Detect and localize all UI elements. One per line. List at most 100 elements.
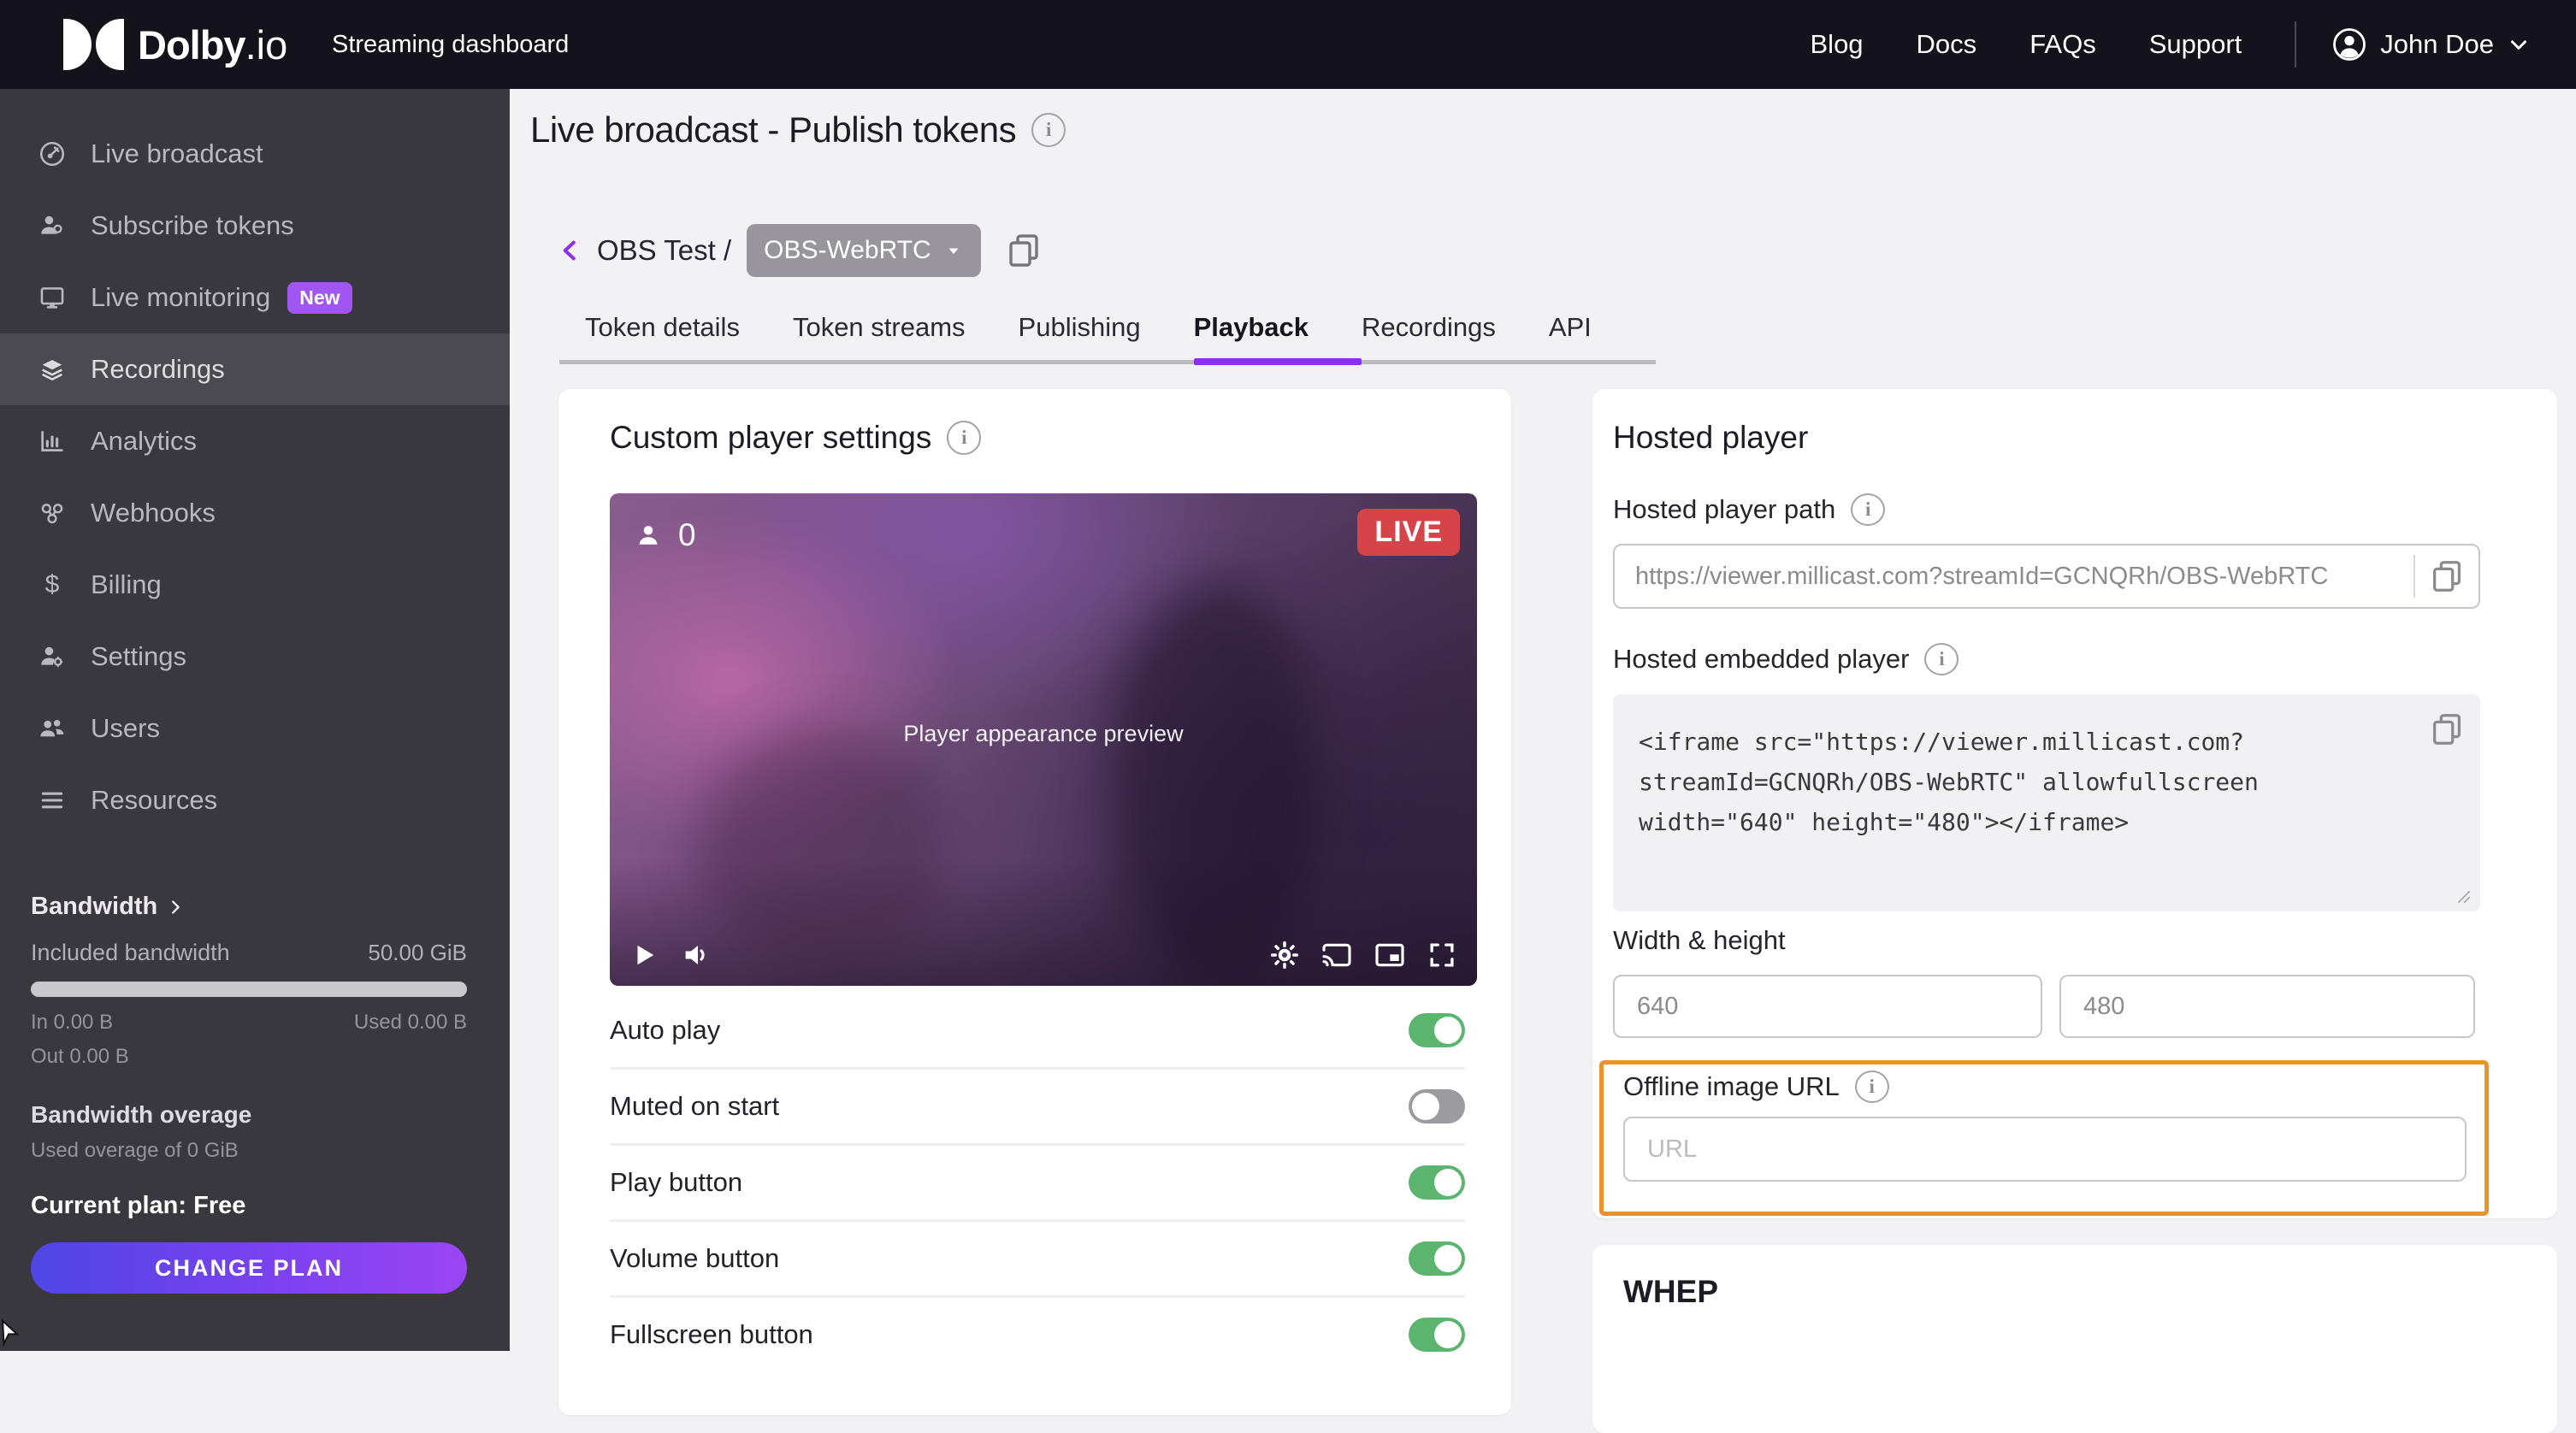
top-bar: Dolby.io Streaming dashboard Blog Docs F…	[0, 0, 2576, 89]
sidebar-item-resources[interactable]: Resources	[0, 764, 510, 836]
person-gear-icon	[38, 642, 67, 671]
nav-divider	[2295, 21, 2296, 68]
fullscreen-button-toggle[interactable]	[1409, 1318, 1465, 1352]
sidebar-nav: Live broadcast Subscribe tokens Live	[0, 118, 510, 836]
copy-token-icon[interactable]	[1003, 230, 1044, 271]
page-title: Live broadcast - Publish tokens	[530, 109, 1016, 150]
tab-api[interactable]: API	[1549, 312, 1592, 343]
volume-button-toggle[interactable]	[1409, 1241, 1465, 1276]
viewer-count-value: 0	[678, 517, 696, 553]
top-nav: Blog Docs FAQs Support John Doe	[1811, 0, 2576, 89]
resize-handle-icon[interactable]	[2456, 889, 2472, 905]
bandwidth-title[interactable]: Bandwidth	[31, 893, 467, 921]
gear-icon[interactable]	[1268, 939, 1301, 971]
bandwidth-overage-detail: Used overage of 0 GiB	[31, 1139, 467, 1163]
player-settings-info-icon[interactable]: i	[947, 421, 981, 455]
volume-icon[interactable]	[680, 938, 714, 972]
nav-docs-link[interactable]: Docs	[1917, 29, 1977, 60]
token-select-dropdown[interactable]: OBS-WebRTC	[747, 224, 981, 277]
hosted-player-path-label: Hosted player path	[1613, 494, 1835, 525]
cast-icon[interactable]	[1320, 938, 1354, 972]
chevron-right-icon	[166, 898, 185, 917]
breadcrumb-parent[interactable]: OBS Test /	[597, 234, 731, 267]
nav-faqs-link[interactable]: FAQs	[2029, 29, 2096, 60]
offline-image-url-input[interactable]	[1623, 1117, 2467, 1182]
user-name: John Doe	[2380, 29, 2494, 60]
sidebar-item-subscribe-tokens[interactable]: Subscribe tokens	[0, 190, 510, 262]
copy-embed-icon[interactable]	[2427, 710, 2467, 749]
tab-playback[interactable]: Playback	[1194, 312, 1309, 343]
width-input[interactable]	[1613, 975, 2042, 1038]
sidebar-item-recordings[interactable]: Recordings	[0, 333, 510, 405]
sidebar-item-users[interactable]: Users	[0, 693, 510, 764]
dolby-logo[interactable]: Dolby.io	[63, 0, 287, 89]
avatar-icon	[2332, 27, 2366, 62]
viewer-count: 0	[634, 517, 696, 553]
player-preview[interactable]: 0 LIVE Player appearance preview	[610, 493, 1477, 986]
player-preview-label: Player appearance preview	[610, 721, 1477, 747]
dollar-icon: $	[38, 570, 67, 599]
setting-row-play-button: Play button	[610, 1145, 1465, 1220]
hosted-player-path-field[interactable]: https://viewer.millicast.com?streamId=GC…	[1613, 544, 2480, 609]
hosted-player-card: Hosted player Hosted player path i https…	[1592, 389, 2557, 1218]
height-input[interactable]	[2059, 975, 2475, 1038]
muted-on-start-toggle[interactable]	[1409, 1089, 1465, 1123]
embedded-player-info-icon[interactable]: i	[1924, 643, 1959, 675]
embedded-player-label: Hosted embedded player	[1613, 644, 1909, 675]
bandwidth-overage-title: Bandwidth overage	[31, 1101, 467, 1129]
player-settings-title: Custom player settings	[610, 420, 931, 456]
hosted-player-title: Hosted player	[1613, 420, 1808, 456]
fullscreen-icon[interactable]	[1426, 939, 1458, 971]
setting-row-fullscreen-button: Fullscreen button	[610, 1297, 1465, 1372]
page-info-icon[interactable]: i	[1031, 113, 1066, 147]
bandwidth-in-value: In 0.00 B	[31, 1011, 113, 1035]
tab-publishing[interactable]: Publishing	[1019, 312, 1141, 343]
new-badge: New	[287, 282, 352, 314]
tab-token-details[interactable]: Token details	[585, 312, 740, 343]
layers-icon	[38, 355, 67, 384]
setting-row-autoplay: Auto play	[610, 993, 1465, 1068]
brand-text: Dolby.io	[138, 21, 287, 68]
play-button-toggle[interactable]	[1409, 1165, 1465, 1200]
nav-support-link[interactable]: Support	[2149, 29, 2242, 60]
sidebar: Live broadcast Subscribe tokens Live	[0, 89, 510, 1351]
copy-path-icon[interactable]	[2415, 557, 2479, 596]
subscribe-person-icon	[38, 211, 67, 240]
sidebar-item-live-broadcast[interactable]: Live broadcast	[0, 118, 510, 190]
breadcrumb: OBS Test / OBS-WebRTC	[558, 224, 1044, 277]
viewer-person-icon	[634, 521, 663, 550]
included-bandwidth-value: 50.00 GiB	[368, 940, 467, 966]
live-badge: LIVE	[1357, 509, 1460, 556]
bandwidth-out-value: Out 0.00 B	[31, 1045, 467, 1069]
setting-row-muted-on-start: Muted on start	[610, 1069, 1465, 1144]
change-plan-button[interactable]: CHANGE PLAN	[31, 1242, 467, 1294]
tab-active-indicator	[1194, 358, 1362, 365]
tab-recordings[interactable]: Recordings	[1362, 312, 1496, 343]
offline-image-info-icon[interactable]: i	[1855, 1070, 1889, 1103]
current-plan-label: Current plan: Free	[31, 1192, 467, 1220]
whep-card: WHEP	[1592, 1245, 2557, 1433]
embed-code-text: <iframe src="https://viewer.millicast.co…	[1639, 722, 2259, 842]
embed-code-textarea[interactable]: <iframe src="https://viewer.millicast.co…	[1613, 694, 2480, 911]
hosted-player-path-value: https://viewer.millicast.com?streamId=GC…	[1615, 563, 2414, 591]
user-menu[interactable]: John Doe	[2332, 27, 2532, 62]
tab-underline-track	[559, 360, 1656, 364]
users-icon	[38, 714, 67, 743]
bandwidth-panel: Bandwidth Included bandwidth 50.00 GiB I…	[0, 893, 510, 1294]
monitor-icon	[38, 283, 67, 312]
nav-blog-link[interactable]: Blog	[1811, 29, 1864, 60]
sidebar-item-webhooks[interactable]: Webhooks	[0, 477, 510, 549]
play-button-icon[interactable]	[629, 940, 659, 970]
back-chevron-icon[interactable]	[558, 234, 583, 267]
custom-player-settings-card: Custom player settings i 0 LIVE Player a…	[558, 389, 1511, 1415]
sidebar-item-live-monitoring[interactable]: Live monitoring New	[0, 262, 510, 333]
autoplay-toggle[interactable]	[1409, 1013, 1465, 1047]
hosted-player-path-info-icon[interactable]: i	[1851, 493, 1885, 526]
pip-icon[interactable]	[1373, 938, 1407, 972]
sidebar-item-settings[interactable]: Settings	[0, 621, 510, 693]
sidebar-item-analytics[interactable]: Analytics	[0, 405, 510, 477]
sidebar-item-billing[interactable]: $ Billing	[0, 549, 510, 621]
page-header: Live broadcast - Publish tokens i	[530, 109, 1066, 150]
tab-token-streams[interactable]: Token streams	[793, 312, 966, 343]
caret-down-icon	[943, 240, 964, 261]
